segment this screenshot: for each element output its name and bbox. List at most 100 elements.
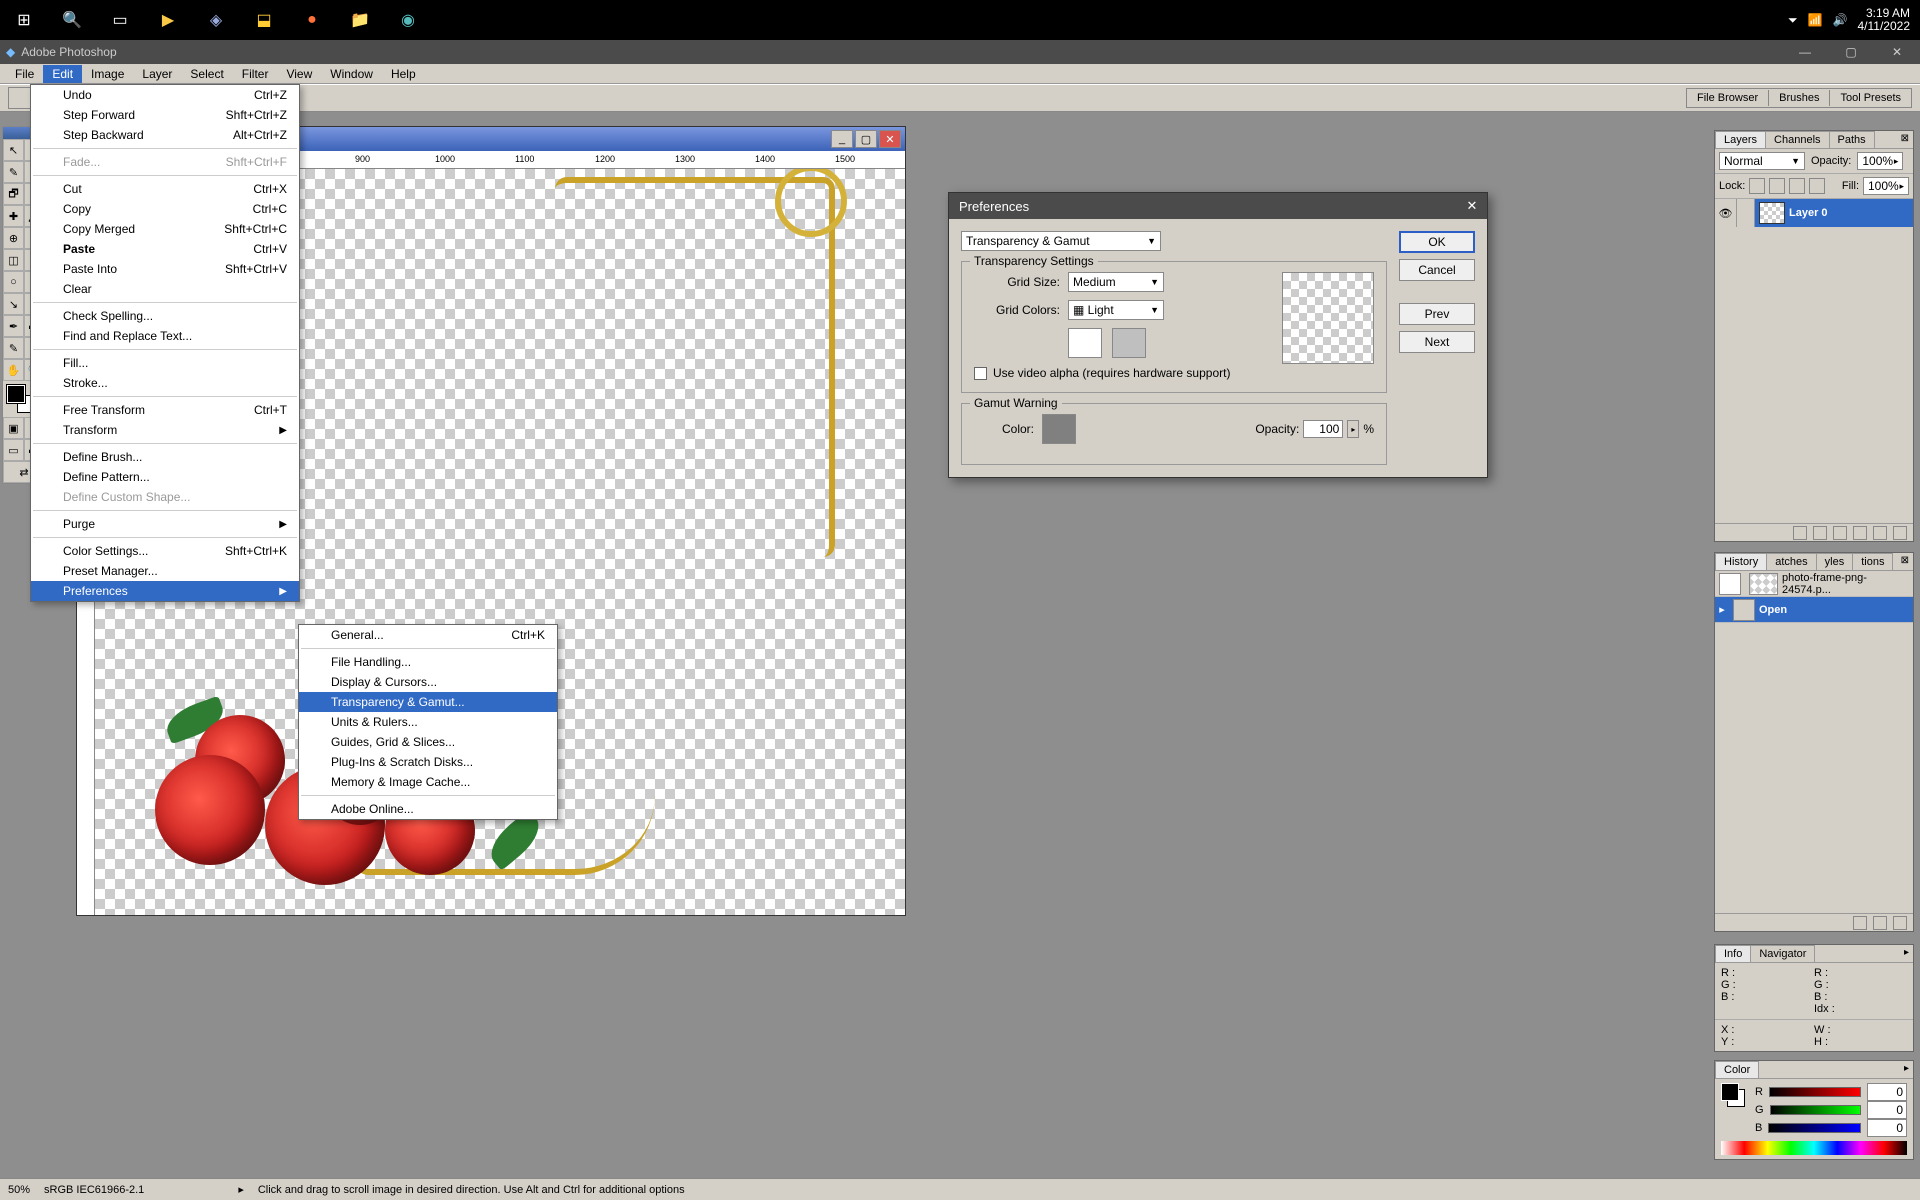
panel-menu-icon[interactable]: ▸ — [1904, 1063, 1909, 1074]
panel-tab[interactable]: History — [1715, 553, 1767, 570]
submenu-item[interactable]: Display & Cursors... — [299, 672, 557, 692]
palette-tab[interactable]: Brushes — [1769, 90, 1830, 106]
blur-tool[interactable]: ○ — [3, 271, 24, 293]
menu-item[interactable]: Free TransformCtrl+T — [31, 400, 299, 420]
menu-window[interactable]: Window — [321, 65, 382, 83]
panel-tab[interactable]: tions — [1852, 553, 1893, 570]
menu-layer[interactable]: Layer — [133, 65, 181, 83]
lock-all-icon[interactable] — [1809, 178, 1825, 194]
menu-image[interactable]: Image — [82, 65, 133, 83]
delete-layer-icon[interactable] — [1893, 526, 1907, 540]
layer-fill-input[interactable]: 100%▸ — [1863, 177, 1909, 195]
maximize-button[interactable]: ▢ — [1828, 40, 1874, 64]
menu-select[interactable]: Select — [181, 65, 232, 83]
history-step[interactable]: ▸ Open — [1715, 597, 1913, 623]
prev-button[interactable]: Prev — [1399, 303, 1475, 325]
submenu-item[interactable]: Adobe Online... — [299, 799, 557, 819]
layer-style-icon[interactable] — [1793, 526, 1807, 540]
menu-item[interactable]: Fill... — [31, 353, 299, 373]
grid-colors-select[interactable]: ▦ Light▼ — [1068, 300, 1164, 320]
submenu-item[interactable]: Guides, Grid & Slices... — [299, 732, 557, 752]
gamut-color-swatch[interactable] — [1042, 414, 1076, 444]
lasso-tool[interactable]: ✎ — [3, 161, 24, 183]
submenu-item[interactable]: Units & Rulers... — [299, 712, 557, 732]
panel-close-icon[interactable]: ⊠ — [1901, 133, 1909, 144]
submenu-item[interactable]: Memory & Image Cache... — [299, 772, 557, 792]
layer-row[interactable]: 👁 Layer 0 — [1715, 199, 1913, 227]
menu-item[interactable]: CutCtrl+X — [31, 179, 299, 199]
dialog-titlebar[interactable]: Preferences ✕ — [949, 193, 1487, 219]
layer-set-icon[interactable] — [1833, 526, 1847, 540]
panel-close-icon[interactable]: ⊠ — [1901, 555, 1909, 566]
color-spectrum[interactable] — [1721, 1141, 1907, 1155]
submenu-item[interactable]: Plug-Ins & Scratch Disks... — [299, 752, 557, 772]
menu-help[interactable]: Help — [382, 65, 425, 83]
volume-icon[interactable]: 🔊 — [1833, 13, 1848, 27]
dialog-close-button[interactable]: ✕ — [1457, 198, 1487, 214]
menu-item[interactable]: Transform▶ — [31, 420, 299, 440]
path-tool[interactable]: ↘ — [3, 293, 24, 315]
notes-tool[interactable]: ✎ — [3, 337, 24, 359]
new-doc-from-state-icon[interactable] — [1853, 916, 1867, 930]
stamp-tool[interactable]: ⊕ — [3, 227, 24, 249]
doc-close-button[interactable]: ✕ — [879, 130, 901, 148]
submenu-item[interactable]: File Handling... — [299, 652, 557, 672]
hand-tool[interactable]: ✋ — [3, 359, 24, 381]
color-swatch-2[interactable] — [1112, 328, 1146, 358]
blend-mode-select[interactable]: Normal▼ — [1719, 152, 1805, 170]
panel-tab[interactable]: Layers — [1715, 131, 1766, 148]
start-icon[interactable]: ⊞ — [0, 0, 48, 40]
menu-item[interactable]: UndoCtrl+Z — [31, 85, 299, 105]
menu-file[interactable]: File — [6, 65, 43, 83]
next-button[interactable]: Next — [1399, 331, 1475, 353]
visibility-icon[interactable]: 👁 — [1715, 199, 1737, 227]
grid-size-select[interactable]: Medium▼ — [1068, 272, 1164, 292]
menu-item[interactable]: Step BackwardAlt+Ctrl+Z — [31, 125, 299, 145]
menu-item[interactable]: Clear — [31, 279, 299, 299]
menu-item[interactable]: PasteCtrl+V — [31, 239, 299, 259]
g-slider[interactable] — [1770, 1105, 1861, 1115]
submenu-item[interactable]: Transparency & Gamut... — [299, 692, 557, 712]
menu-item[interactable]: Define Custom Shape... — [31, 487, 299, 507]
r-slider[interactable] — [1769, 1087, 1861, 1097]
lock-pixels-icon[interactable] — [1769, 178, 1785, 194]
palette-tab[interactable]: Tool Presets — [1830, 90, 1911, 106]
panel-tab[interactable]: atches — [1766, 553, 1816, 570]
new-layer-icon[interactable] — [1873, 526, 1887, 540]
opacity-input[interactable]: 100 — [1303, 420, 1343, 438]
taskview-icon[interactable]: ▭ — [96, 0, 144, 40]
menu-item[interactable]: Paste IntoShft+Ctrl+V — [31, 259, 299, 279]
panel-menu-icon[interactable]: ▸ — [1904, 947, 1909, 958]
history-snapshot[interactable]: photo-frame-png-24574.p... — [1715, 571, 1913, 597]
menu-item[interactable]: Define Pattern... — [31, 467, 299, 487]
layer-opacity-input[interactable]: 100%▸ — [1857, 152, 1903, 170]
doc-maximize-button[interactable]: ▢ — [855, 130, 877, 148]
menu-item[interactable]: CopyCtrl+C — [31, 199, 299, 219]
submenu-item[interactable]: General...Ctrl+K — [299, 625, 557, 645]
move-tool[interactable]: ↖ — [3, 139, 24, 161]
g-input[interactable]: 0 — [1867, 1101, 1907, 1119]
cancel-button[interactable]: Cancel — [1399, 259, 1475, 281]
menu-filter[interactable]: Filter — [233, 65, 278, 83]
menu-item[interactable]: Fade...Shft+Ctrl+F — [31, 152, 299, 172]
app-icon[interactable]: ▶ — [144, 0, 192, 40]
menu-item[interactable]: Purge▶ — [31, 514, 299, 534]
palette-tab[interactable]: File Browser — [1687, 90, 1769, 106]
wifi-icon[interactable]: 📶 — [1808, 13, 1823, 27]
pref-section-select[interactable]: Transparency & Gamut▼ — [961, 231, 1161, 251]
explorer-icon[interactable]: 📁 — [336, 0, 384, 40]
pen-tool[interactable]: ✒ — [3, 315, 24, 337]
lock-transparency-icon[interactable] — [1749, 178, 1765, 194]
menu-item[interactable]: Copy MergedShft+Ctrl+C — [31, 219, 299, 239]
layer-mask-icon[interactable] — [1813, 526, 1827, 540]
link-icon[interactable] — [1737, 199, 1755, 227]
b-slider[interactable] — [1768, 1123, 1861, 1133]
menu-view[interactable]: View — [277, 65, 321, 83]
ok-button[interactable]: OK — [1399, 231, 1475, 253]
crop-tool[interactable]: 🗗 — [3, 183, 24, 205]
zoom-level[interactable]: 50% — [8, 1184, 30, 1196]
layer-thumbnail[interactable] — [1759, 202, 1785, 224]
screenmode-icon[interactable]: ▭ — [3, 439, 24, 461]
eraser-tool[interactable]: ◫ — [3, 249, 24, 271]
clock[interactable]: 3:19 AM 4/11/2022 — [1858, 7, 1911, 33]
